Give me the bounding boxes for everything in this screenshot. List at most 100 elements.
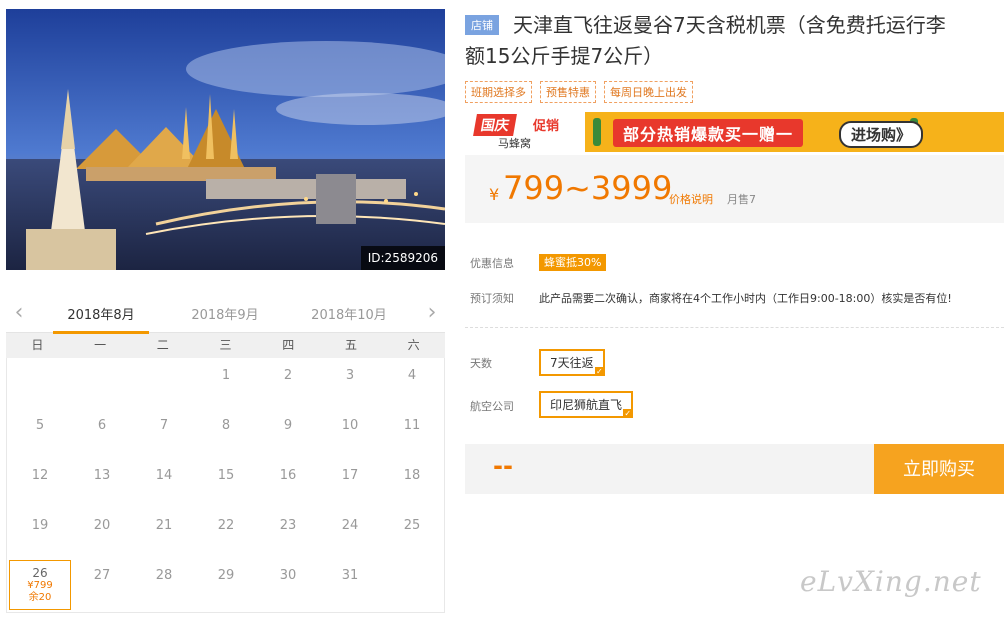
calendar-day-number: 12 bbox=[31, 468, 49, 483]
calendar-day-number: 11 bbox=[403, 418, 421, 433]
calendar-day-number: 15 bbox=[217, 468, 235, 483]
weekday-label: 三 bbox=[219, 338, 232, 352]
calendar-day-number: 27 bbox=[93, 568, 111, 583]
banner-logo-area: 国庆 促销 马蜂窝 bbox=[465, 112, 585, 152]
calendar-weekday-header: 日 一 二 三 四 五 六 bbox=[6, 333, 445, 358]
section-divider bbox=[465, 327, 1004, 328]
calendar-day[interactable]: 2 bbox=[257, 360, 319, 410]
feature-tags: 班期选择多 预售特惠 每周日晚上出发 bbox=[465, 81, 701, 103]
calendar-day[interactable]: 13 bbox=[71, 460, 133, 510]
banner-cta: 进场购》 bbox=[839, 121, 924, 148]
calendar-day-number: 22 bbox=[217, 518, 235, 533]
calendar-day[interactable]: 10 bbox=[319, 410, 381, 460]
tab-month-2[interactable]: 2018年9月 bbox=[180, 304, 270, 323]
price-explanation-link[interactable]: 价格说明 bbox=[669, 191, 713, 207]
calendar-day[interactable]: 8 bbox=[195, 410, 257, 460]
product-photo: ID:2589206 bbox=[6, 9, 445, 270]
calendar-day[interactable]: 23 bbox=[257, 510, 319, 560]
notice-label: 预订须知 bbox=[470, 292, 514, 305]
calendar-day-number: 16 bbox=[279, 468, 297, 483]
promo-badge: 蜂蜜抵30% bbox=[539, 254, 607, 271]
calendar-next-arrow-icon[interactable]: › bbox=[422, 301, 442, 325]
promo-value: 蜂蜜抵30% bbox=[539, 254, 607, 271]
calendar-day-number: 5 bbox=[35, 418, 45, 433]
weekday-label: 六 bbox=[407, 338, 420, 352]
calendar-day-number: 17 bbox=[341, 468, 359, 483]
selected-day-price: ¥799 bbox=[27, 580, 53, 591]
calendar-month-nav: ‹ 2018年8月 2018年9月 2018年10月 › bbox=[6, 298, 445, 334]
notice-text: 此产品需要二次确认，商家将在4个工作小时内（工作日9:00-18:00）核实是否… bbox=[539, 292, 952, 305]
calendar-day-number: 2 bbox=[283, 368, 293, 383]
calendar-day-number: 1 bbox=[221, 368, 231, 383]
calendar-day[interactable]: 17 bbox=[319, 460, 381, 510]
calendar-day-number: 31 bbox=[341, 568, 359, 583]
calendar-day-selected[interactable]: 26 ¥799 余20 bbox=[9, 560, 71, 610]
calendar-day[interactable]: 28 bbox=[133, 560, 195, 610]
calendar-day[interactable]: 9 bbox=[257, 410, 319, 460]
selected-day-number: 26 bbox=[32, 566, 48, 580]
tab-month-3[interactable]: 2018年10月 bbox=[304, 304, 394, 323]
calendar-day-number: 6 bbox=[97, 418, 107, 433]
calendar-day-number: 18 bbox=[403, 468, 421, 483]
calendar-day[interactable]: 21 bbox=[133, 510, 195, 560]
feature-tag: 预售特惠 bbox=[540, 81, 596, 103]
photo-id-label: ID:2589206 bbox=[360, 246, 445, 270]
days-option[interactable]: 7天往返 bbox=[539, 349, 605, 376]
calendar-day[interactable]: 20 bbox=[71, 510, 133, 560]
calendar-day[interactable]: 30 bbox=[257, 560, 319, 610]
calendar-day[interactable]: 25 bbox=[381, 510, 443, 560]
calendar-day[interactable]: 19 bbox=[9, 510, 71, 560]
product-title-line2: 额15公斤手提7公斤） bbox=[465, 44, 664, 68]
calendar-day[interactable]: 14 bbox=[133, 460, 195, 510]
calendar-day[interactable]: 7 bbox=[133, 410, 195, 460]
tab-month-1[interactable]: 2018年8月 bbox=[53, 304, 149, 334]
calendar-day[interactable]: 16 bbox=[257, 460, 319, 510]
promo-banner[interactable]: 国庆 促销 马蜂窝 部分热销爆款买一赠一 进场购》 bbox=[465, 112, 1004, 152]
calendar-day-number: 19 bbox=[31, 518, 49, 533]
weekday-label: 一 bbox=[94, 338, 107, 352]
airline-option[interactable]: 印尼狮航直飞 bbox=[539, 391, 634, 418]
cactus-icon bbox=[593, 118, 601, 146]
feature-tag: 班期选择多 bbox=[465, 81, 532, 103]
calendar-day[interactable]: 4 bbox=[381, 360, 443, 410]
product-title-line1: 天津直飞往返曼谷7天含税机票（含免费托运行李 bbox=[513, 13, 946, 37]
selected-day-stock: 余20 bbox=[28, 592, 52, 603]
price-box: ¥ 799~3999 价格说明 月售7 bbox=[465, 155, 1004, 223]
calendar-day[interactable]: 6 bbox=[71, 410, 133, 460]
calendar-day-number: 4 bbox=[407, 368, 417, 383]
calendar-day[interactable]: 3 bbox=[319, 360, 381, 410]
calendar-day[interactable]: 12 bbox=[9, 460, 71, 510]
calendar-day-number: 24 bbox=[341, 518, 359, 533]
product-title: 店铺 天津直飞往返曼谷7天含税机票（含免费托运行李 额15公斤手提7公斤） bbox=[465, 9, 1004, 71]
calendar-day[interactable]: 27 bbox=[71, 560, 133, 610]
calendar-day-number: 9 bbox=[283, 418, 293, 433]
calendar-day[interactable]: 24 bbox=[319, 510, 381, 560]
weekday-label: 四 bbox=[282, 338, 295, 352]
banner-logo: 国庆 bbox=[473, 114, 517, 136]
calendar-day[interactable]: 15 bbox=[195, 460, 257, 510]
calendar-day-number: 14 bbox=[155, 468, 173, 483]
calendar-day[interactable]: 18 bbox=[381, 460, 443, 510]
calendar-day[interactable]: 22 bbox=[195, 510, 257, 560]
departure-calendar: ‹ 2018年8月 2018年9月 2018年10月 › 日 一 二 三 四 五… bbox=[6, 298, 445, 613]
calendar-day[interactable]: 11 bbox=[381, 410, 443, 460]
calendar-prev-arrow-icon[interactable]: ‹ bbox=[9, 301, 29, 325]
calendar-day-number: 23 bbox=[279, 518, 297, 533]
calendar-day[interactable]: 31 bbox=[319, 560, 381, 610]
bangkok-palace-image bbox=[6, 9, 445, 270]
calendar-day-number: 29 bbox=[217, 568, 235, 583]
shop-badge: 店铺 bbox=[465, 15, 499, 35]
product-detail-panel: 店铺 天津直飞往返曼谷7天含税机票（含免费托运行李 额15公斤手提7公斤） 班期… bbox=[465, 9, 1004, 494]
banner-brand: 马蜂窝 bbox=[498, 137, 531, 150]
airline-label: 航空公司 bbox=[470, 400, 514, 413]
calendar-day-number: 10 bbox=[341, 418, 359, 433]
calendar-day-number: 3 bbox=[345, 368, 355, 383]
calendar-day[interactable]: 5 bbox=[9, 410, 71, 460]
buy-now-button[interactable]: 立即购买 bbox=[874, 444, 1004, 494]
total-price: -- bbox=[493, 452, 513, 480]
calendar-day[interactable]: 29 bbox=[195, 560, 257, 610]
calendar-day[interactable]: 1 bbox=[195, 360, 257, 410]
purchase-bar: -- 立即购买 bbox=[465, 444, 1004, 494]
watermark: eLvXing.net bbox=[800, 565, 982, 598]
price-range: 799~3999 bbox=[503, 169, 673, 207]
